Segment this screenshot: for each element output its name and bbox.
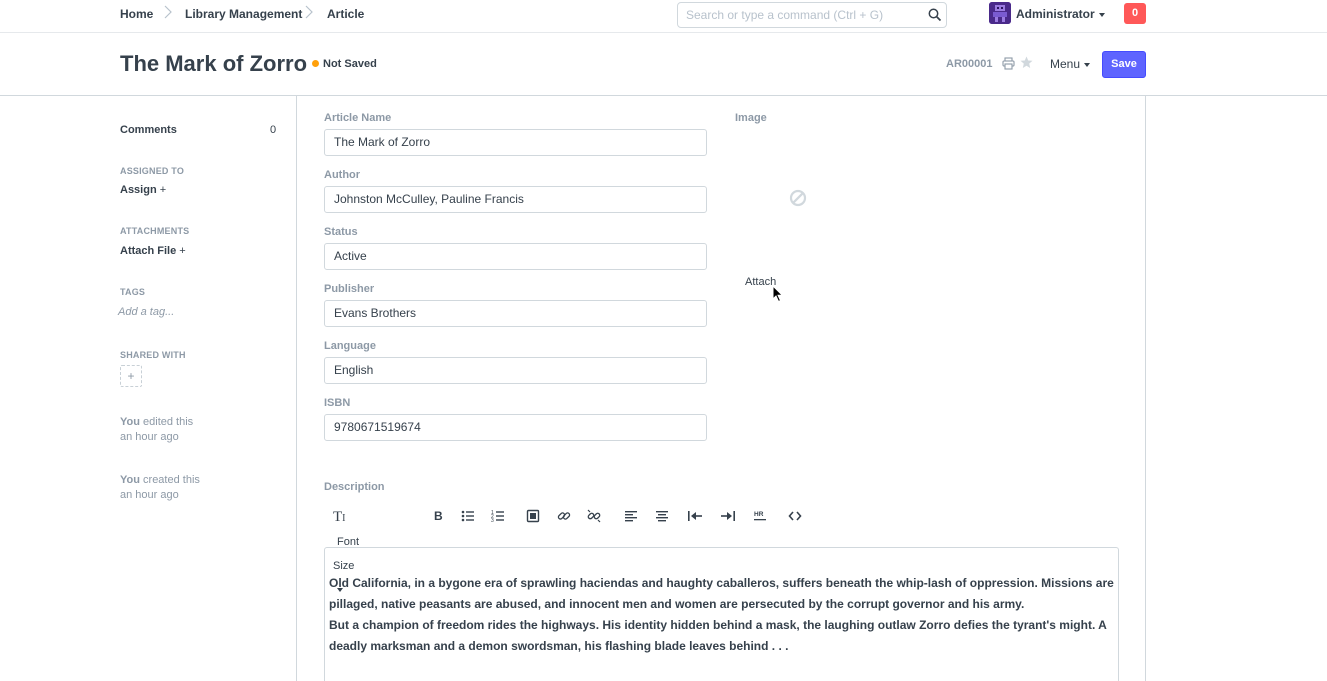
- numbered-list-button[interactable]: 123: [491, 504, 505, 528]
- chevron-right-icon: [164, 5, 172, 19]
- activity-user: You: [120, 416, 140, 428]
- activity-item: You created this an hour ago: [120, 473, 200, 503]
- comments-count: 0: [270, 124, 277, 136]
- comments-link[interactable]: Comments: [120, 124, 177, 136]
- no-image-icon: [789, 189, 807, 207]
- indent-button[interactable]: [720, 504, 736, 528]
- language-label: Language: [324, 340, 376, 352]
- assigned-to-label: ASSIGNED TO: [120, 166, 185, 176]
- assign-label: Assign: [120, 184, 157, 196]
- activity-user: You: [120, 474, 140, 486]
- avatar-icon: [989, 2, 1011, 24]
- search-icon[interactable]: [928, 8, 942, 22]
- bullet-list-button[interactable]: [461, 504, 475, 528]
- status-label: Status: [324, 226, 358, 238]
- status-indicator: Not Saved: [312, 58, 377, 70]
- insert-link-button[interactable]: [557, 504, 571, 528]
- publisher-label: Publisher: [324, 283, 375, 295]
- star-icon[interactable]: [1020, 56, 1033, 69]
- publisher-input[interactable]: Evans Brothers: [324, 300, 707, 327]
- description-paragraph: But a champion of freedom rides the high…: [329, 618, 1107, 653]
- article-name-label: Article Name: [324, 112, 392, 124]
- form-layout: Article Name The Mark of Zorro Author Jo…: [296, 96, 1146, 681]
- svg-text:3: 3: [491, 518, 494, 523]
- activity-time: an hour ago: [120, 431, 179, 443]
- navbar: Home Library Management Article Administ…: [0, 0, 1327, 33]
- assign-link[interactable]: Assign +: [120, 184, 166, 196]
- svg-text:B: B: [434, 509, 443, 523]
- description-paragraph: Old California, in a bygone era of spraw…: [329, 576, 1114, 611]
- caret-down-icon: [1084, 62, 1091, 67]
- bold-button[interactable]: B: [433, 504, 445, 528]
- article-name-input[interactable]: The Mark of Zorro: [324, 129, 707, 156]
- status-select[interactable]: Active: [324, 243, 707, 270]
- avatar[interactable]: [989, 2, 1011, 24]
- author-label: Author: [324, 169, 361, 181]
- unlink-button[interactable]: [587, 504, 601, 528]
- orange-dot-icon: [312, 60, 319, 67]
- activity-item: You edited this an hour ago: [120, 415, 193, 445]
- print-icon[interactable]: [1002, 57, 1015, 70]
- isbn-input[interactable]: 9780671519674: [324, 414, 707, 441]
- description-label: Description: [324, 481, 385, 493]
- isbn-label: ISBN: [324, 397, 351, 409]
- menu-button[interactable]: Menu: [1050, 57, 1091, 71]
- breadcrumb-home[interactable]: Home: [120, 7, 153, 21]
- code-view-button[interactable]: [788, 504, 802, 528]
- bullet-list-icon: [461, 510, 474, 522]
- numbered-list-icon: 123: [491, 510, 504, 523]
- link-icon: [557, 512, 571, 520]
- horizontal-rule-icon: HR: [754, 511, 766, 521]
- search-box: [677, 2, 947, 28]
- attach-file-link[interactable]: Attach File +: [120, 245, 186, 257]
- activity-action: edited this: [143, 416, 194, 428]
- align-left-icon: [625, 511, 637, 522]
- breadcrumb-article[interactable]: Article: [327, 7, 364, 21]
- caret-down-icon: [1098, 12, 1105, 17]
- page-head: The Mark of Zorro Not Saved AR00001 Menu…: [0, 33, 1327, 96]
- plus-icon: +: [179, 245, 186, 257]
- search-input[interactable]: [678, 3, 918, 27]
- activity-action: created this: [143, 474, 200, 486]
- outdent-button[interactable]: [687, 504, 703, 528]
- text-height-icon: TI: [333, 509, 346, 525]
- status-indicator-label: Not Saved: [323, 58, 377, 70]
- activity-time: an hour ago: [120, 489, 179, 501]
- code-icon: [788, 511, 802, 521]
- align-left-button[interactable]: [624, 504, 638, 528]
- user-menu[interactable]: Administrator: [1016, 7, 1105, 21]
- mouse-cursor-icon: [772, 285, 784, 303]
- outdent-icon: [688, 511, 702, 521]
- user-name: Administrator: [1016, 7, 1095, 21]
- add-tag-link[interactable]: Add a tag...: [118, 306, 174, 318]
- image-label: Image: [735, 112, 767, 124]
- bold-icon: B: [434, 509, 443, 523]
- document-id: AR00001: [946, 58, 993, 70]
- tags-label: TAGS: [120, 287, 146, 297]
- align-center-button[interactable]: [655, 504, 669, 528]
- align-center-icon: [656, 511, 668, 522]
- horizontal-rule-button[interactable]: HR: [753, 504, 767, 528]
- insert-block-button[interactable]: [526, 504, 540, 528]
- unlink-icon: [587, 509, 601, 523]
- page-title: The Mark of Zorro: [120, 51, 308, 76]
- indent-icon: [721, 511, 735, 521]
- add-share-button[interactable]: +: [120, 365, 142, 387]
- breadcrumb-library-management[interactable]: Library Management: [185, 7, 302, 21]
- notification-badge[interactable]: 0: [1124, 3, 1146, 24]
- description-editor[interactable]: Old California, in a bygone era of spraw…: [324, 547, 1119, 681]
- chevron-right-icon: [305, 5, 313, 19]
- shared-with-label: SHARED WITH: [120, 350, 186, 360]
- attachments-label: ATTACHMENTS: [120, 226, 190, 236]
- block-icon: [526, 509, 540, 523]
- author-input[interactable]: Johnston McCulley, Pauline Francis: [324, 186, 707, 213]
- svg-text:HR: HR: [754, 511, 764, 518]
- attach-file-label: Attach File: [120, 245, 177, 257]
- menu-label: Menu: [1050, 57, 1081, 71]
- plus-icon: +: [159, 184, 167, 196]
- font-size-dropdown[interactable]: TI Font Size: [333, 504, 359, 593]
- language-input[interactable]: English: [324, 357, 707, 384]
- save-button[interactable]: Save: [1102, 51, 1146, 78]
